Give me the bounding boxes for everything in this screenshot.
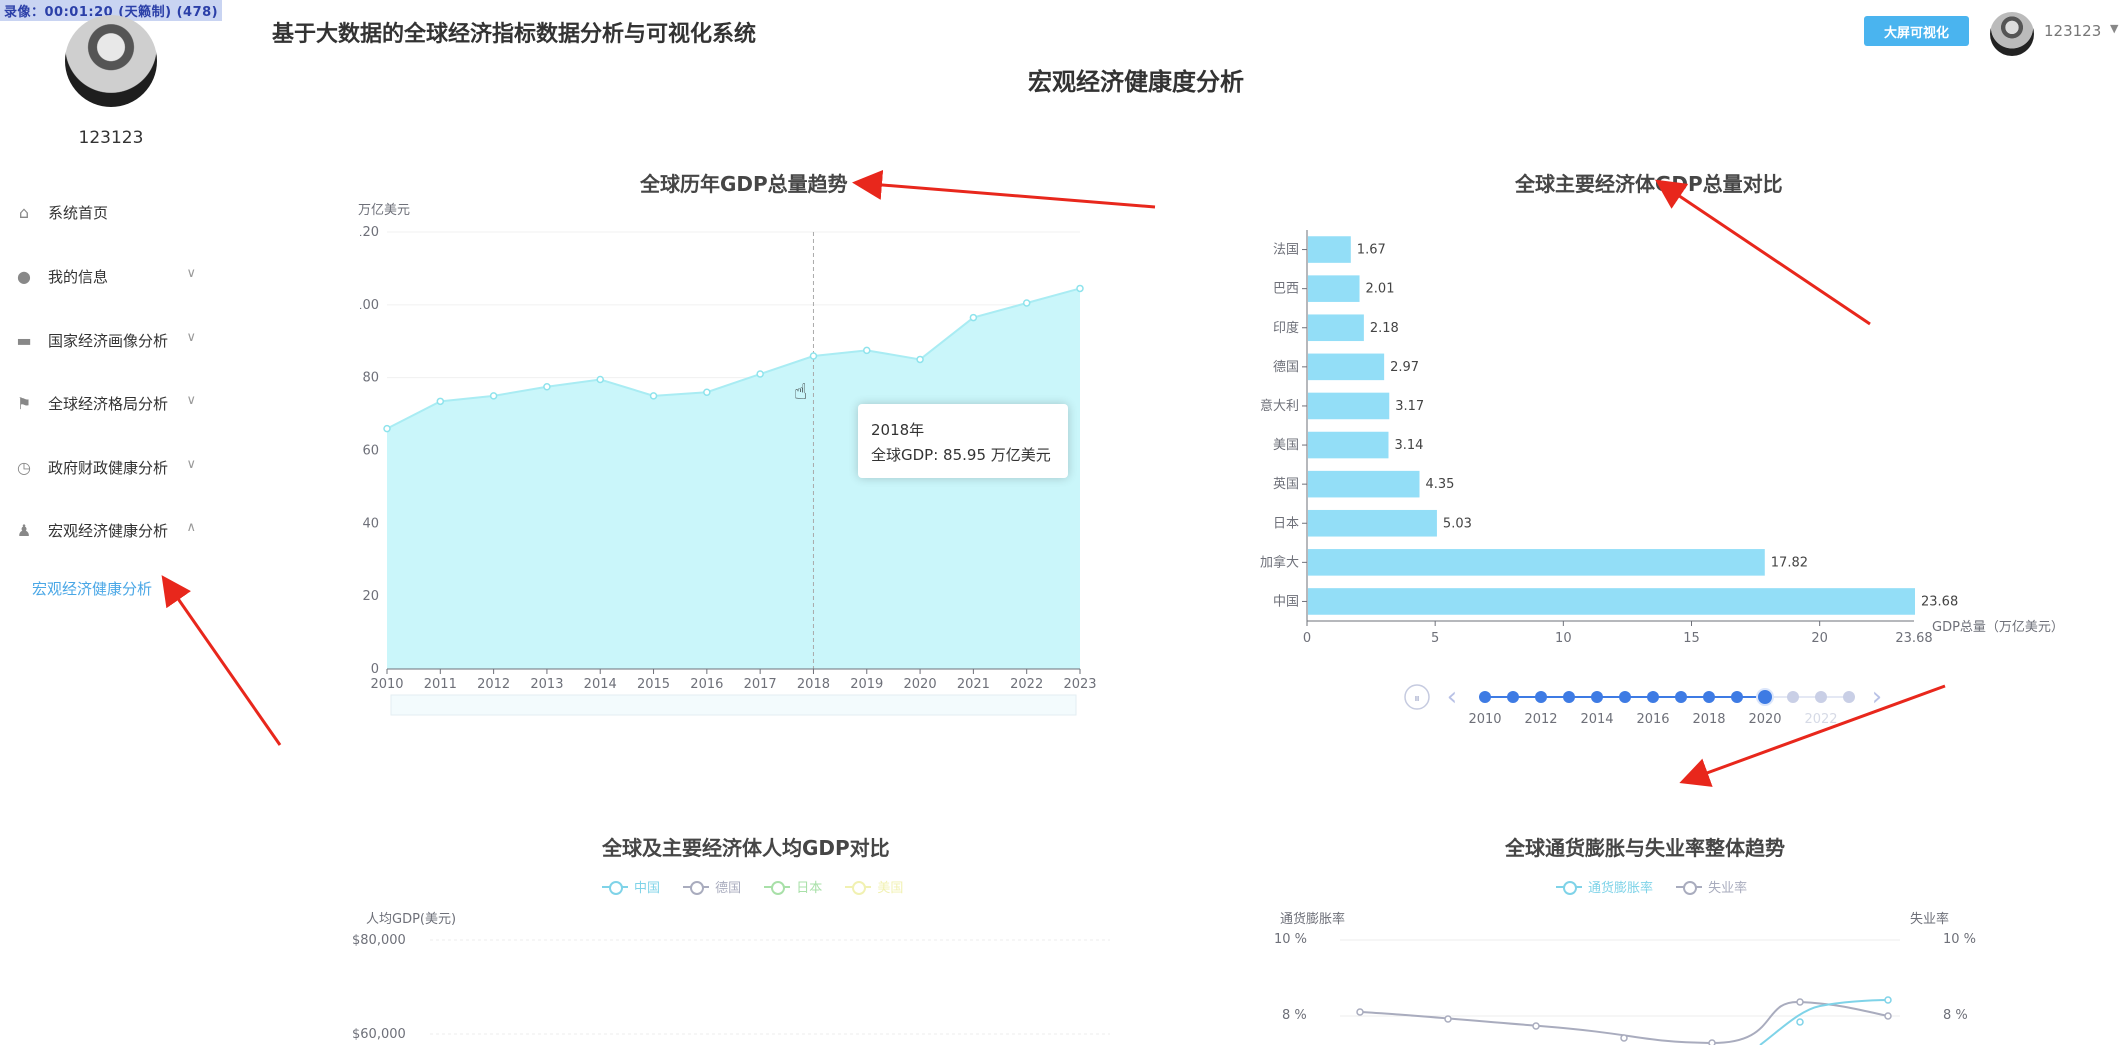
arrow-to-timeline bbox=[1679, 684, 1946, 787]
arrow-to-submenu bbox=[161, 575, 282, 746]
annotation-arrows bbox=[161, 169, 1946, 787]
arrow-to-gdp-compare-title bbox=[1655, 179, 1871, 326]
arrow-to-gdp-trend-title bbox=[852, 169, 1156, 209]
